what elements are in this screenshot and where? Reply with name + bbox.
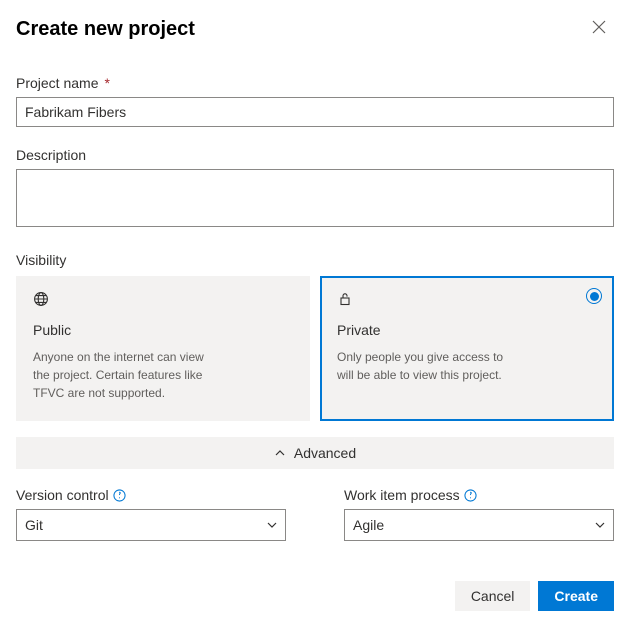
info-icon[interactable]	[464, 489, 477, 502]
visibility-private-title: Private	[337, 322, 597, 338]
project-name-input[interactable]	[16, 97, 614, 127]
advanced-section: Version control Git Work item process Ag…	[16, 487, 614, 541]
project-name-field: Project name *	[16, 75, 614, 127]
dialog-header: Create new project	[16, 16, 614, 43]
required-indicator: *	[104, 75, 109, 91]
create-button[interactable]: Create	[538, 581, 614, 611]
work-item-process-value: Agile	[353, 517, 384, 533]
info-icon[interactable]	[113, 489, 126, 502]
visibility-label: Visibility	[16, 252, 614, 268]
work-item-process-select[interactable]: Agile	[344, 509, 614, 541]
project-name-label-text: Project name	[16, 75, 98, 91]
version-control-label-text: Version control	[16, 487, 109, 503]
description-field: Description	[16, 147, 614, 232]
dialog-footer: Cancel Create	[16, 581, 614, 627]
close-button[interactable]	[584, 16, 614, 43]
version-control-select[interactable]: Git	[16, 509, 286, 541]
work-item-process-label-text: Work item process	[344, 487, 460, 503]
work-item-process-field: Work item process Agile	[344, 487, 614, 541]
work-item-process-label: Work item process	[344, 487, 614, 503]
visibility-card-private[interactable]: Private Only people you give access to w…	[320, 276, 614, 421]
cancel-button[interactable]: Cancel	[455, 581, 531, 611]
version-control-field: Version control Git	[16, 487, 286, 541]
advanced-toggle[interactable]: Advanced	[16, 437, 614, 469]
visibility-public-desc: Anyone on the internet can view the proj…	[33, 348, 213, 402]
description-input[interactable]	[16, 169, 614, 227]
advanced-label: Advanced	[294, 445, 356, 461]
visibility-public-title: Public	[33, 322, 293, 338]
visibility-private-desc: Only people you give access to will be a…	[337, 348, 517, 384]
globe-icon	[33, 291, 293, 312]
visibility-options: Public Anyone on the internet can view t…	[16, 276, 614, 421]
close-icon	[592, 20, 606, 34]
lock-icon	[337, 291, 597, 312]
chevron-up-icon	[274, 447, 286, 459]
version-control-label: Version control	[16, 487, 286, 503]
description-label: Description	[16, 147, 614, 163]
project-name-label: Project name *	[16, 75, 614, 91]
radio-selected-icon	[586, 288, 602, 304]
visibility-card-public[interactable]: Public Anyone on the internet can view t…	[16, 276, 310, 421]
dialog-title: Create new project	[16, 18, 195, 41]
version-control-value: Git	[25, 517, 43, 533]
